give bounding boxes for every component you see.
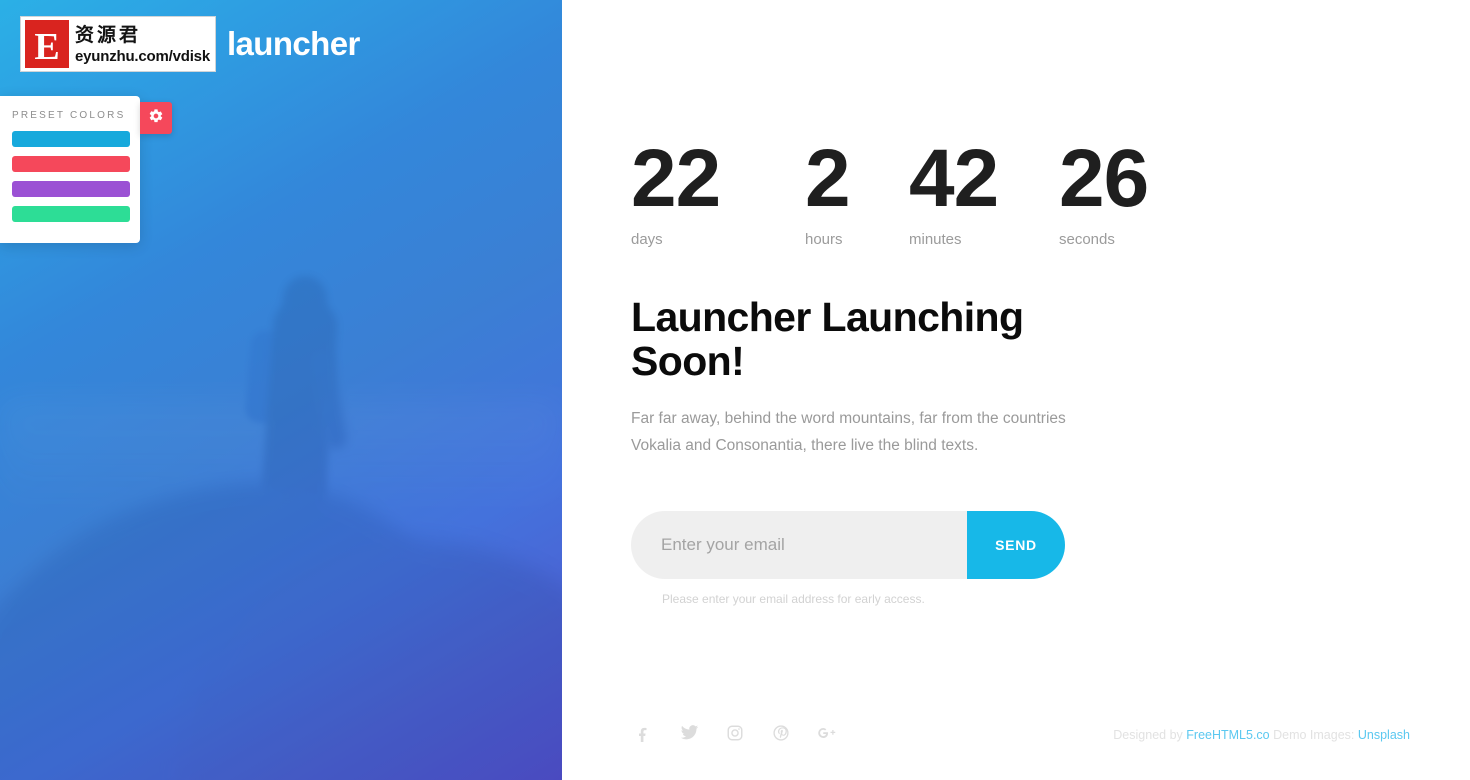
countdown-unit-hours: 2 hours xyxy=(805,133,909,249)
preset-colors-panel: PRESET COLORS xyxy=(0,96,172,243)
main-content: 22 days 2 hours 42 minutes 26 seconds La… xyxy=(631,133,1251,606)
photo-hiker-body xyxy=(261,298,339,502)
countdown-days-label: days xyxy=(631,231,663,248)
email-input[interactable] xyxy=(631,511,1021,579)
social-link-twitter[interactable] xyxy=(677,723,701,747)
photo-hiker-head xyxy=(283,276,327,322)
coming-soon-page: E 资源君 eyunzhu.com/vdisk launcher PRESET … xyxy=(0,0,1470,780)
hero-left-panel: E 资源君 eyunzhu.com/vdisk launcher PRESET … xyxy=(0,0,562,780)
social-links xyxy=(631,723,839,747)
photo-ridge-right xyxy=(177,516,562,780)
social-link-instagram[interactable] xyxy=(723,723,747,747)
preset-colors-toggle-button[interactable] xyxy=(140,102,172,134)
preset-colors-title: PRESET COLORS xyxy=(12,110,126,121)
logo-text-block: 资源君 eyunzhu.com/vdisk xyxy=(75,20,210,69)
google-plus-icon xyxy=(816,724,838,747)
photo-ridge-light xyxy=(0,545,260,685)
countdown-unit-minutes: 42 minutes xyxy=(909,133,1059,249)
subscribe-helper-text: Please enter your email address for earl… xyxy=(662,592,925,606)
social-link-pinterest[interactable] xyxy=(769,723,793,747)
send-button[interactable]: SEND xyxy=(967,511,1065,579)
brand-header: E 资源君 eyunzhu.com/vdisk launcher xyxy=(20,16,360,72)
twitter-icon xyxy=(680,723,699,747)
credits-unsplash-link[interactable]: Unsplash xyxy=(1358,728,1410,742)
photo-hiker-arm xyxy=(309,348,349,452)
countdown-seconds-label: seconds xyxy=(1059,231,1115,248)
content-right-panel: 22 days 2 hours 42 minutes 26 seconds La… xyxy=(562,0,1470,780)
facebook-icon xyxy=(634,724,652,747)
countdown-days-value: 22 xyxy=(631,133,721,224)
logo-chinese-name: 资源君 xyxy=(75,24,142,46)
social-link-google-plus[interactable] xyxy=(815,723,839,747)
preset-swatch-cyan[interactable] xyxy=(12,131,130,147)
countdown-seconds-value: 26 xyxy=(1059,133,1149,224)
gear-icon xyxy=(148,108,164,129)
brand-name: launcher xyxy=(226,25,360,62)
page-title: Launcher Launching Soon! xyxy=(631,294,1024,384)
footer-credits: Designed by FreeHTML5.co Demo Images: Un… xyxy=(1113,728,1410,742)
preset-swatch-green[interactable] xyxy=(12,206,130,222)
preset-swatch-red[interactable] xyxy=(12,156,130,172)
countdown-minutes-label: minutes xyxy=(909,231,962,248)
social-link-facebook[interactable] xyxy=(631,723,655,747)
credits-demo-images-label: Demo Images: xyxy=(1273,728,1355,742)
logo-url: eyunzhu.com/vdisk xyxy=(75,48,210,65)
footer: Designed by FreeHTML5.co Demo Images: Un… xyxy=(562,718,1470,752)
photo-hiker-leg-right xyxy=(293,468,333,592)
countdown-hours-label: hours xyxy=(805,231,843,248)
pinterest-icon xyxy=(772,724,790,747)
page-description: Far far away, behind the word mountains,… xyxy=(631,410,1066,454)
subscribe-form: SEND xyxy=(631,511,1065,579)
instagram-icon xyxy=(726,724,744,747)
countdown-timer: 22 days 2 hours 42 minutes 26 seconds xyxy=(631,133,1251,249)
preset-swatch-purple[interactable] xyxy=(12,181,130,197)
countdown-minutes-value: 42 xyxy=(909,133,999,224)
credits-designer-link[interactable]: FreeHTML5.co xyxy=(1186,728,1269,742)
credits-designed-by-label: Designed by xyxy=(1113,728,1183,742)
countdown-unit-seconds: 26 seconds xyxy=(1059,133,1209,249)
photo-hiker-backpack xyxy=(244,329,310,427)
photo-skyline xyxy=(0,400,562,520)
countdown-hours-value: 2 xyxy=(805,133,851,224)
photo-ridge-foreground xyxy=(0,459,479,780)
countdown-unit-days: 22 days xyxy=(631,133,805,249)
logo-letter-e: E xyxy=(25,20,69,68)
site-logo[interactable]: E 资源君 eyunzhu.com/vdisk xyxy=(20,16,216,72)
photo-hiker-leg-left xyxy=(266,479,304,611)
